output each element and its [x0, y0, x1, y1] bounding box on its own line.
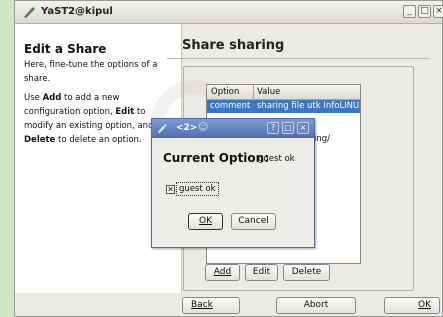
row-option: comment: [210, 101, 251, 111]
help-title: Edit a Share: [24, 42, 107, 56]
back-button[interactable]: Back: [182, 297, 240, 314]
dialog-close-button[interactable]: ×: [297, 122, 309, 134]
help-delete-keyword: Delete: [24, 135, 56, 145]
maximize-button[interactable]: □: [418, 5, 431, 18]
edit-button[interactable]: Edit: [245, 264, 278, 281]
delete-button[interactable]: Delete: [283, 264, 330, 281]
column-divider: [253, 85, 254, 99]
dialog-swirl-icon: ☺: [198, 122, 209, 133]
add-button[interactable]: Add: [205, 264, 240, 281]
column-header-option[interactable]: Option: [211, 87, 239, 97]
dialog-title: <2>: [176, 123, 198, 133]
dialog-maximize-button[interactable]: □: [282, 122, 294, 134]
guest-ok-checkbox-label[interactable]: guest ok: [176, 182, 219, 196]
column-header-value[interactable]: Value: [257, 87, 280, 97]
table-header: Option Value: [207, 85, 360, 100]
dialog-ok-button[interactable]: OK: [188, 213, 223, 230]
yast-app-icon: [24, 7, 35, 18]
dialog-help-button[interactable]: ?: [267, 122, 279, 134]
abort-button[interactable]: Abort: [276, 297, 356, 314]
title-divider: [167, 58, 429, 59]
table-row[interactable]: comment sharing file utk InfoLINUX: [207, 100, 360, 113]
page-title: Share sharing: [182, 38, 285, 53]
guest-ok-checkbox[interactable]: ✕: [166, 185, 175, 194]
dialog-titlebar[interactable]: <2> ☺ ? □ ×: [152, 119, 314, 138]
ok-button[interactable]: OK: [384, 297, 440, 314]
edit-option-dialog: <2> ☺ ? □ × Current Option: guest ok ✕ g…: [151, 118, 315, 248]
current-option-value: guest ok: [258, 154, 295, 164]
obscured-row-text: ing/: [314, 134, 331, 144]
dialog-cancel-button[interactable]: Cancel: [231, 213, 276, 230]
help-edit-keyword: Edit: [115, 107, 135, 117]
current-option-label: Current Option:: [163, 151, 270, 165]
close-button[interactable]: ×: [433, 5, 443, 18]
help-intro: Here, fine-tune the options of a share.: [24, 60, 158, 84]
help-add-keyword: Add: [42, 93, 62, 103]
minimize-button[interactable]: _: [403, 5, 416, 18]
window-titlebar[interactable]: YaST2@kipul _ □ ×: [15, 1, 443, 24]
window-title: YaST2@kipul: [41, 6, 113, 17]
yast-dialog-icon: [157, 123, 168, 134]
row-value: sharing file utk InfoLINUX: [257, 101, 361, 111]
